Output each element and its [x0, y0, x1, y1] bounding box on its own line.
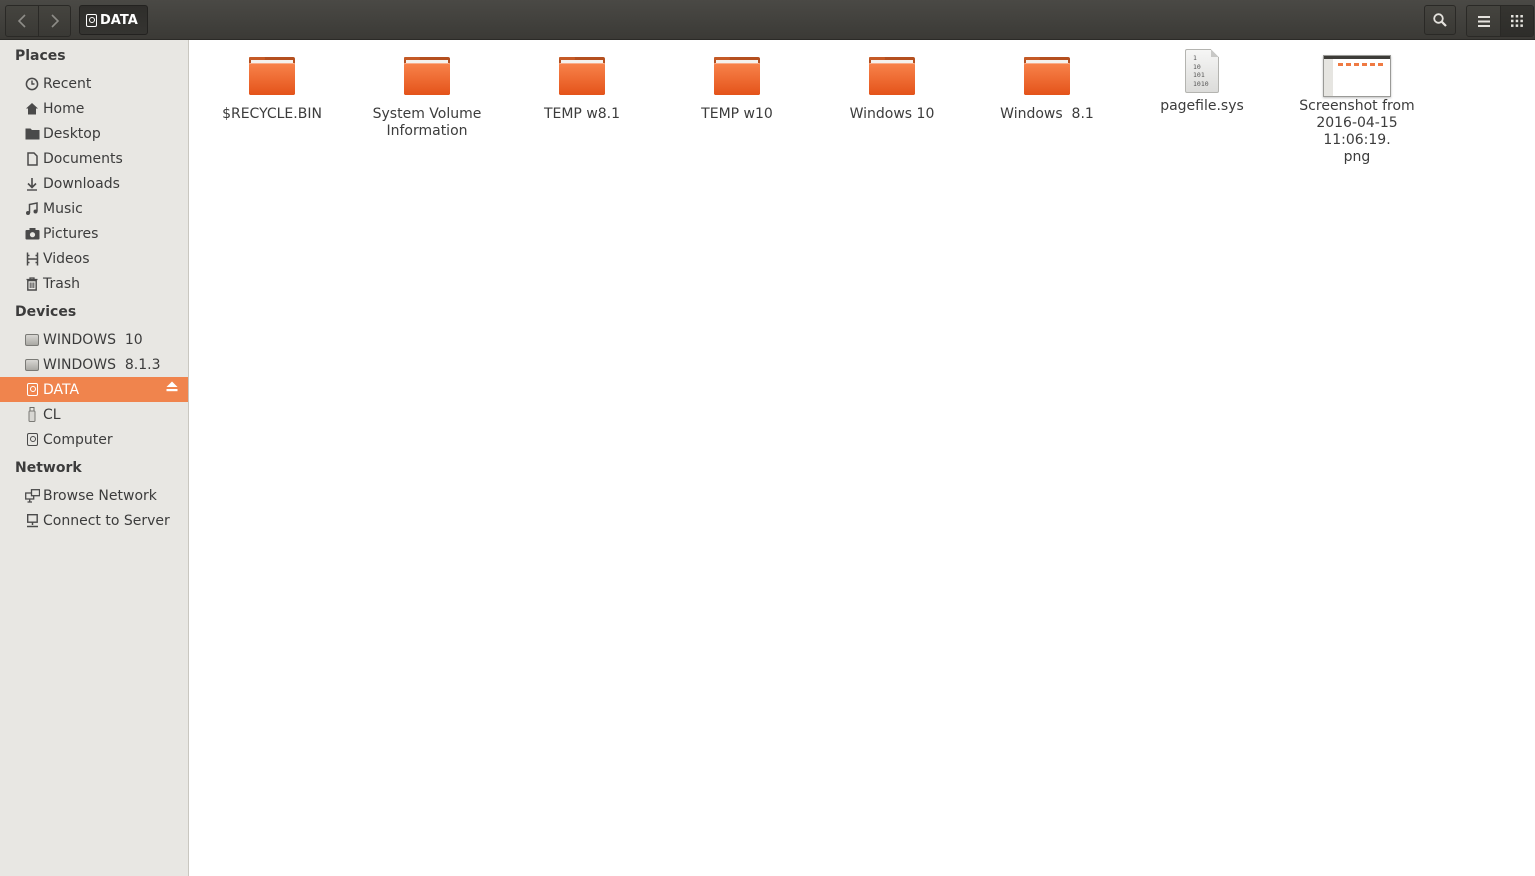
sidebar-item-home[interactable]: Home [0, 96, 188, 121]
file-item-screenshot-png[interactable]: Screenshot from 2016-04-15 11:06:19. png [1282, 49, 1432, 166]
computer-drive-icon [24, 432, 40, 448]
sidebar-item-documents[interactable]: Documents [0, 146, 188, 171]
sidebar-item-videos[interactable]: Videos [0, 246, 188, 271]
network-heading: Network [15, 460, 82, 476]
clock-icon [24, 76, 40, 92]
sidebar-item-label: WINDOWS 10 [43, 331, 143, 348]
sidebar-item-windows-8-1-3[interactable]: WINDOWS 8.1.3 [0, 352, 188, 377]
eject-icon[interactable] [166, 381, 178, 396]
file-name: Screenshot from 2016-04-15 11:06:19. png [1299, 98, 1415, 165]
sidebar-item-label: DATA [43, 381, 80, 398]
devices-heading: Devices [15, 304, 77, 320]
sidebar-item-windows-10[interactable]: WINDOWS 10 [0, 327, 188, 352]
grid-view-button[interactable] [1500, 6, 1533, 36]
file-name: pagefile.sys [1160, 98, 1244, 114]
binary-file-icon: 1 10 101 1010 [1185, 49, 1219, 93]
sidebar-item-label: Downloads [43, 175, 120, 192]
sidebar-item-label: Trash [43, 275, 80, 292]
sidebar-item-label: WINDOWS 8.1.3 [43, 356, 161, 373]
view-switcher [1466, 5, 1534, 37]
navigation-buttons [5, 5, 71, 37]
sidebar-item-label: Pictures [43, 225, 99, 242]
list-view-icon [1477, 15, 1490, 27]
sidebar-item-label: Home [43, 100, 85, 117]
list-view-button[interactable] [1467, 6, 1500, 36]
places-heading: Places [15, 48, 66, 64]
file-name: TEMP w10 [701, 106, 773, 122]
sidebar-item-label: Documents [43, 150, 123, 167]
sidebar-item-trash[interactable]: Trash [0, 271, 188, 296]
search-button[interactable] [1424, 5, 1456, 35]
file-name: $RECYCLE.BIN [222, 106, 322, 122]
folder-icon [559, 57, 605, 97]
sidebar-item-recent[interactable]: Recent [0, 71, 188, 96]
sidebar-item-data[interactable]: DATA [0, 377, 188, 402]
folder-icon [869, 57, 915, 97]
home-icon [24, 101, 40, 117]
drive-icon [24, 382, 40, 398]
file-item-windows-10[interactable]: Windows 10 [817, 49, 967, 123]
camera-icon [24, 226, 40, 242]
film-icon [24, 251, 40, 267]
file-name: TEMP w8.1 [543, 106, 621, 122]
sidebar-item-music[interactable]: Music [0, 196, 188, 221]
forward-button[interactable] [38, 6, 70, 36]
usb-icon [24, 407, 40, 423]
file-item-windows-8-1[interactable]: Windows 8.1 [972, 49, 1122, 123]
sidebar-item-browse-network[interactable]: Browse Network [0, 483, 188, 508]
file-name: System Volume Information [372, 106, 482, 139]
folder-icon [24, 126, 40, 142]
server-icon [24, 513, 40, 529]
sidebar: Places Recent Home Desktop Documents Dow… [0, 40, 189, 876]
chevron-right-icon [50, 14, 59, 28]
chevron-left-icon [17, 14, 26, 28]
sidebar-item-label: Connect to Server [43, 512, 170, 529]
sidebar-item-connect-to-server[interactable]: Connect to Server [0, 508, 188, 533]
network-icon [24, 488, 40, 504]
grid-view-icon [1511, 15, 1523, 27]
path-label: DATA [100, 12, 138, 28]
sidebar-item-label: Desktop [43, 125, 101, 142]
file-name: Windows 8.1 [1000, 106, 1094, 122]
drive-icon [86, 13, 97, 27]
sidebar-item-label: Recent [43, 75, 92, 92]
hard-drive-icon [24, 332, 40, 348]
sidebar-item-cl[interactable]: CL [0, 402, 188, 427]
file-item-system-volume-information[interactable]: System Volume Information [352, 49, 502, 140]
search-icon [1433, 13, 1447, 27]
file-item-pagefile-sys[interactable]: 1 10 101 1010 pagefile.sys [1127, 49, 1277, 115]
document-icon [24, 151, 40, 167]
trash-icon [24, 276, 40, 292]
file-item-temp-w8-1[interactable]: TEMP w8.1 [507, 49, 657, 123]
file-item-temp-w10[interactable]: TEMP w10 [662, 49, 812, 123]
folder-icon [404, 57, 450, 97]
back-button[interactable] [6, 6, 38, 36]
file-view: $RECYCLE.BIN System Volume Information T… [190, 41, 1535, 876]
path-bar-button-data[interactable]: DATA [79, 5, 148, 35]
header-bar: DATA [0, 0, 1535, 40]
sidebar-item-computer[interactable]: Computer [0, 427, 188, 452]
file-item-recycle-bin[interactable]: $RECYCLE.BIN [197, 49, 347, 123]
sidebar-item-label: Music [43, 200, 83, 217]
download-icon [24, 176, 40, 192]
sidebar-item-downloads[interactable]: Downloads [0, 171, 188, 196]
sidebar-item-pictures[interactable]: Pictures [0, 221, 188, 246]
music-icon [24, 201, 40, 217]
file-name: Windows 10 [849, 106, 935, 122]
folder-icon [1024, 57, 1070, 97]
folder-icon [249, 57, 295, 97]
sidebar-item-label: Videos [43, 250, 90, 267]
folder-icon [714, 57, 760, 97]
hard-drive-icon [24, 357, 40, 373]
sidebar-item-desktop[interactable]: Desktop [0, 121, 188, 146]
sidebar-item-label: Browse Network [43, 487, 157, 504]
sidebar-item-label: CL [43, 406, 61, 423]
image-thumbnail-icon [1323, 55, 1391, 97]
sidebar-item-label: Computer [43, 431, 113, 448]
